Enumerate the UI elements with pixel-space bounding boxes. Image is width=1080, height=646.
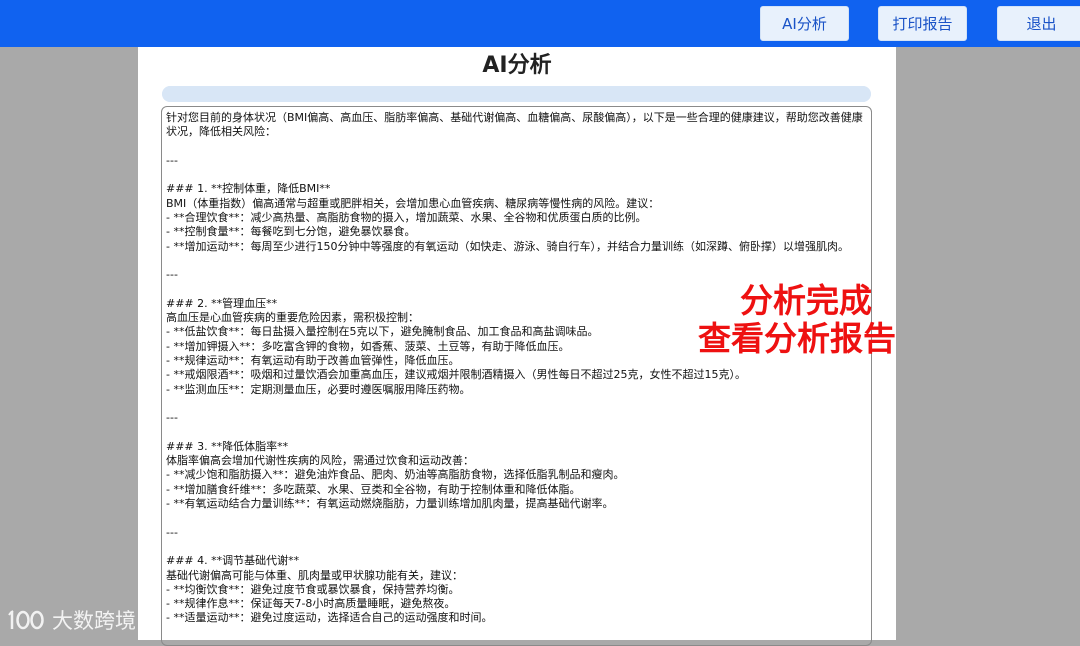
report-text-area[interactable]: 针对您目前的身体状况（BMI偏高、高血压、脂肪率偏高、基础代谢偏高、血糖偏高、尿… — [161, 106, 872, 646]
watermark-text: 大数跨境 — [52, 609, 136, 633]
print-report-button[interactable]: 打印报告 — [878, 6, 967, 41]
overlay-line-view-report: 查看分析报告 — [698, 319, 896, 358]
overlay-line-complete: 分析完成 — [740, 281, 872, 320]
top-bar: AI分析 打印报告 退出 — [0, 0, 1080, 47]
page-title: AI分析 — [482, 53, 552, 78]
exit-button[interactable]: 退出 — [997, 6, 1080, 41]
progress-fill — [162, 86, 871, 102]
analysis-complete-message: 分析完成 查看分析报告 — [600, 282, 910, 358]
watermark-logo-icon — [8, 610, 44, 630]
analysis-progress-bar — [162, 86, 871, 102]
ai-analysis-button[interactable]: AI分析 — [760, 6, 849, 41]
watermark: 大数跨境 — [8, 604, 136, 636]
